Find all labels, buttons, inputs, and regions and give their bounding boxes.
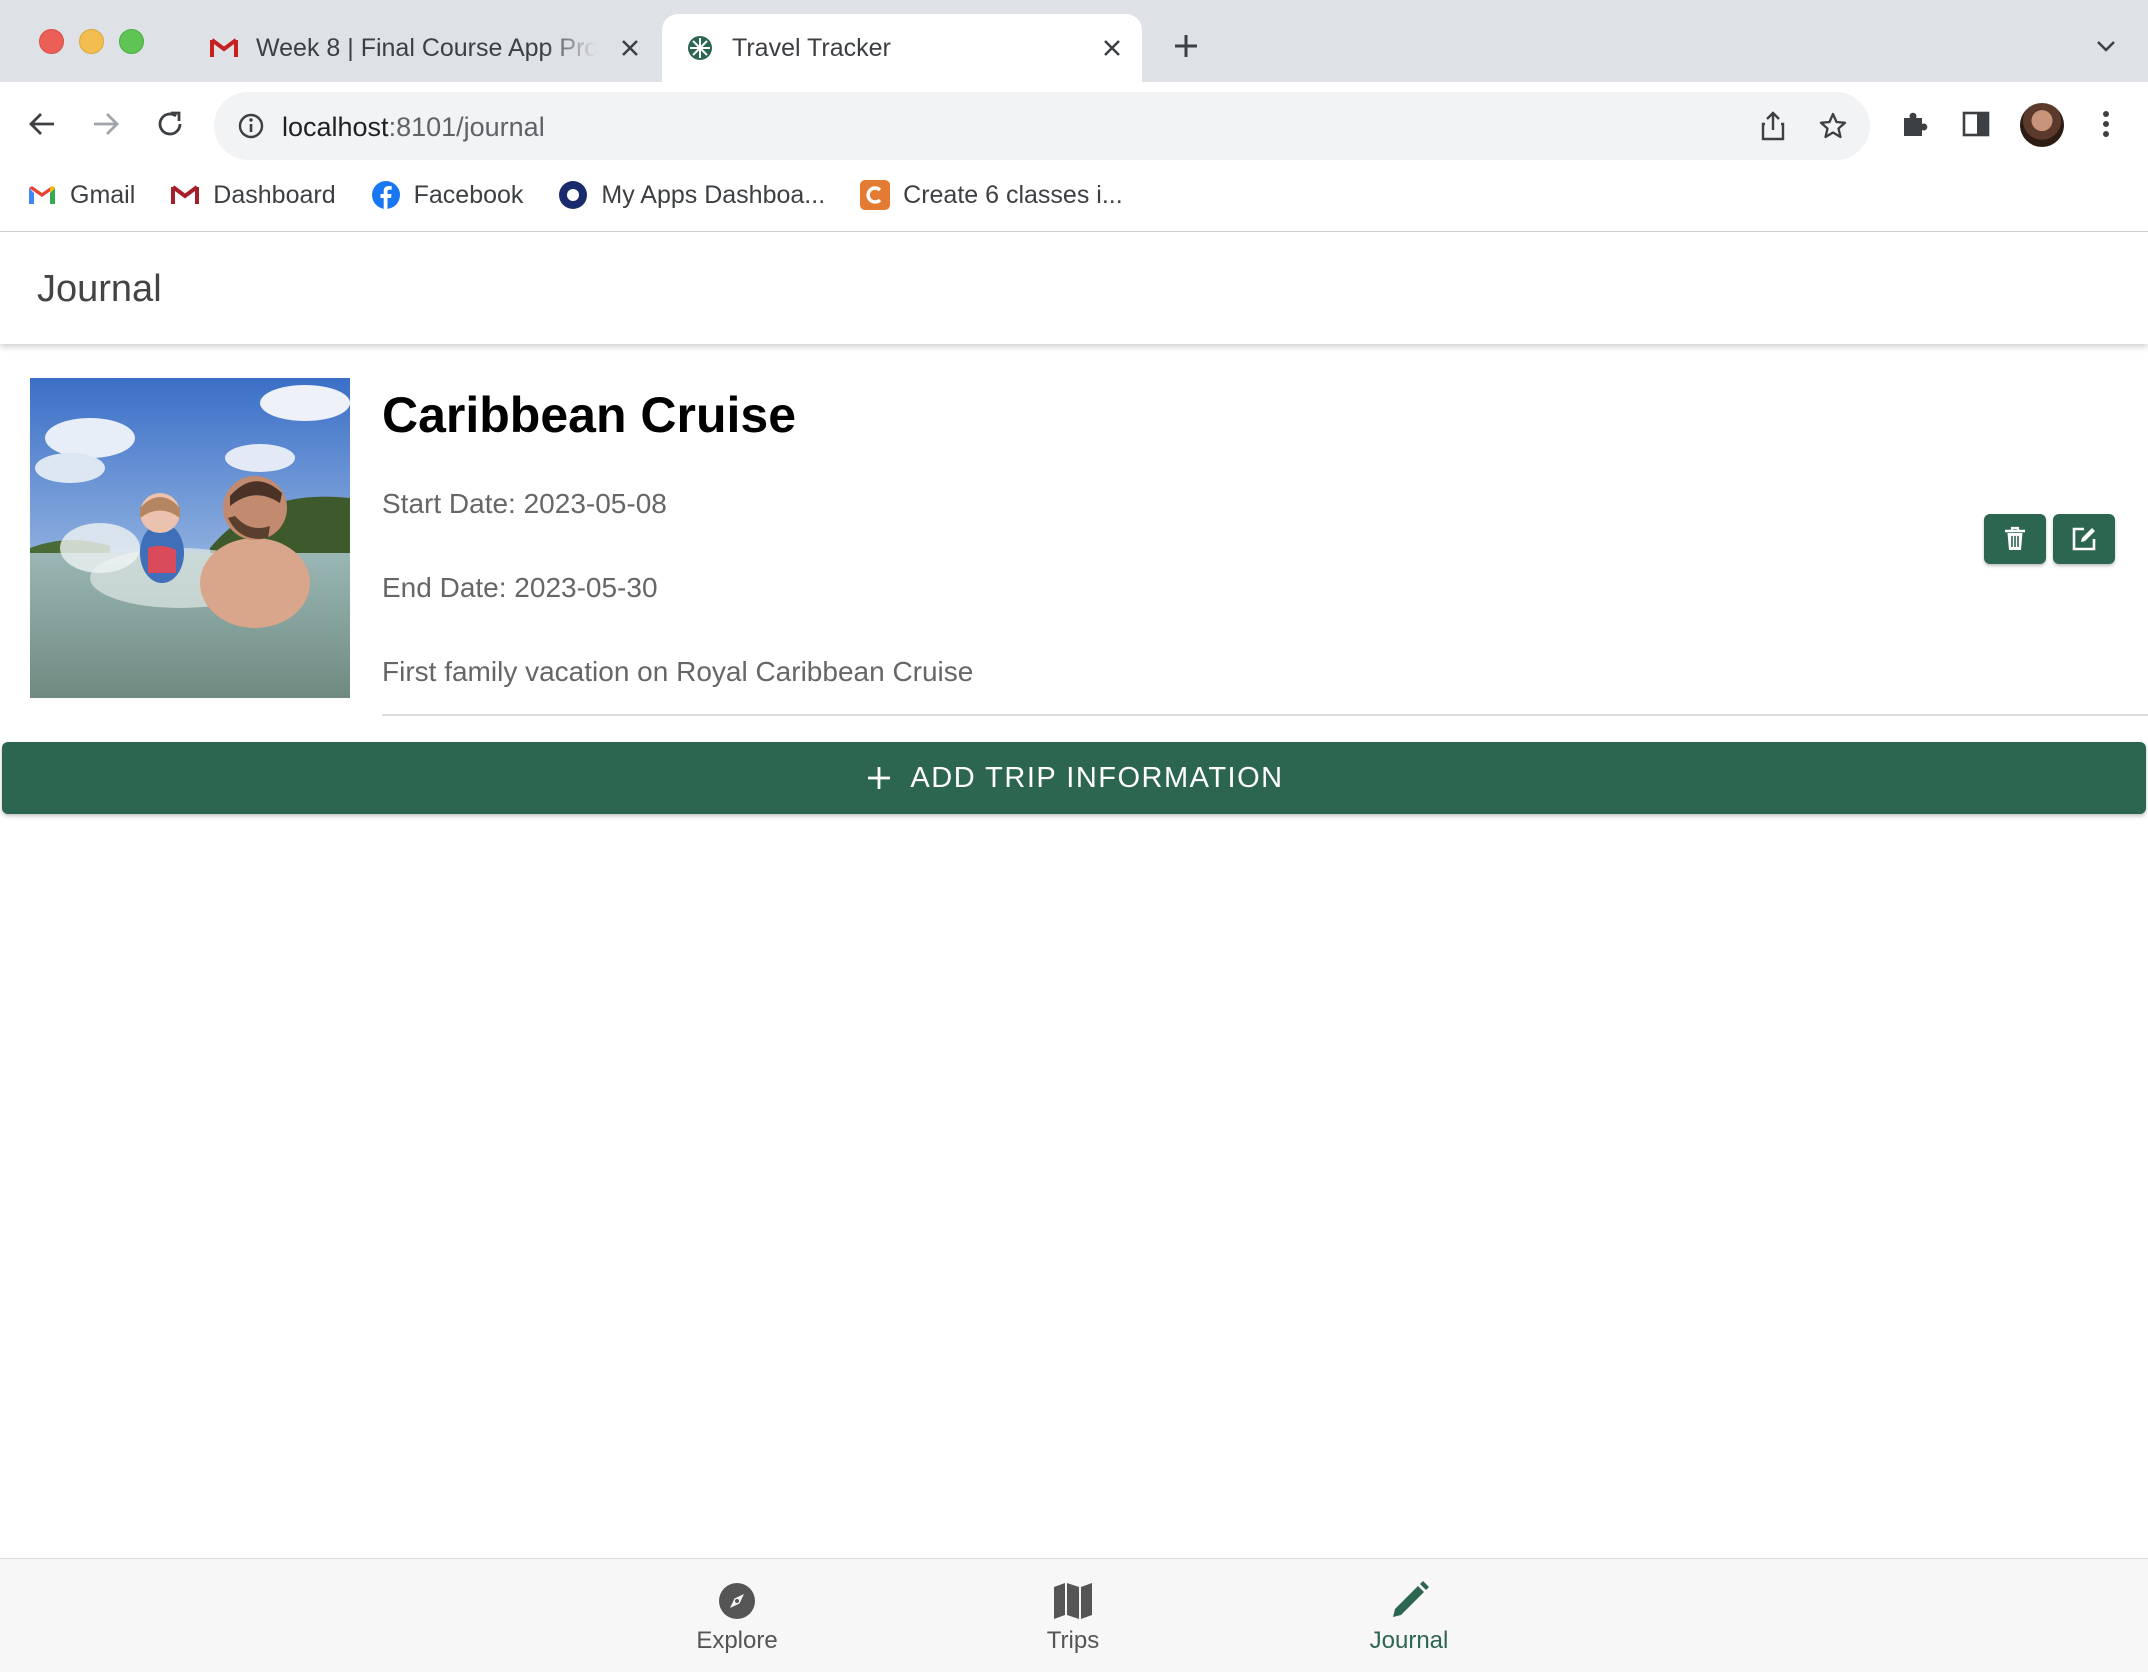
app-header: Journal — [0, 232, 2148, 344]
profile-avatar[interactable] — [2020, 103, 2064, 147]
facebook-icon — [370, 179, 402, 211]
bookmarks-bar: Gmail Dashboard Facebook My Apps Dashboa… — [0, 170, 1131, 220]
new-tab-button[interactable] — [1168, 28, 1204, 64]
chevron-down-icon — [2097, 41, 2115, 52]
gmail-icon — [169, 179, 201, 211]
side-panel-icon — [1962, 111, 1990, 137]
trip-description: First family vacation on Royal Caribbean… — [382, 656, 974, 687]
page-title: Journal — [37, 268, 162, 310]
browser-toolbar: localhost:8101/journal Gmail Dashboard F… — [0, 82, 2148, 232]
arrow-left-icon — [29, 113, 54, 135]
trip-photo — [30, 378, 350, 698]
browser-tab-week8[interactable]: Week 8 | Final Course App Proj — [200, 14, 660, 82]
tab-trips[interactable]: Trips — [973, 1579, 1173, 1659]
okta-icon — [557, 179, 589, 211]
trip-start-date: Start Date: 2023-05-08 — [382, 488, 667, 519]
add-trip-information-button[interactable]: ADD TRIP INFORMATION — [2, 742, 2146, 814]
edit-trip-button[interactable] — [2053, 514, 2115, 564]
reload-button[interactable] — [148, 102, 192, 146]
tab-explore[interactable]: Explore — [637, 1579, 837, 1659]
bookmark-dashboard[interactable]: Dashboard — [169, 179, 336, 211]
gmail-icon — [26, 179, 58, 211]
share-icon[interactable] — [1756, 109, 1790, 143]
tab-journal[interactable]: Journal — [1309, 1579, 1509, 1659]
bookmark-gmail[interactable]: Gmail — [26, 179, 135, 211]
plus-icon — [864, 763, 894, 793]
divider — [382, 714, 2148, 716]
minimize-window-button[interactable] — [79, 29, 104, 54]
add-trip-label: ADD TRIP INFORMATION — [910, 761, 1284, 794]
browser-tab-strip: Week 8 | Final Course App Proj Travel Tr… — [0, 0, 2148, 82]
puzzle-icon — [1904, 112, 1928, 136]
bookmark-create-classes[interactable]: Create 6 classes i... — [859, 179, 1123, 211]
trip-title: Caribbean Cruise — [382, 387, 797, 443]
close-icon[interactable] — [614, 32, 646, 64]
browser-tab-travel-tracker[interactable]: Travel Tracker — [662, 14, 1142, 82]
forward-button[interactable] — [84, 102, 128, 146]
map-icon — [1051, 1579, 1095, 1623]
close-window-button[interactable] — [39, 29, 64, 54]
delete-trip-button[interactable] — [1984, 514, 2046, 564]
address-bar[interactable]: localhost:8101/journal — [214, 92, 1870, 160]
tab-title: Travel Tracker — [732, 33, 891, 62]
pencil-icon — [1387, 1579, 1431, 1623]
travel-tracker-icon — [686, 34, 714, 62]
bookmark-star-icon[interactable] — [1814, 107, 1852, 145]
url-text: localhost:8101/journal — [282, 112, 545, 142]
gmail-icon — [210, 34, 238, 62]
side-panel-button[interactable] — [1954, 102, 1998, 146]
tab-title: Week 8 | Final Course App Proj — [256, 33, 596, 62]
tab-search-button[interactable] — [2090, 30, 2122, 62]
extensions-button[interactable] — [1892, 102, 1936, 146]
c-icon — [859, 179, 891, 211]
compass-icon — [715, 1579, 759, 1623]
reload-icon — [158, 111, 182, 136]
bookmark-my-apps-dashboard[interactable]: My Apps Dashboa... — [557, 179, 825, 211]
trash-icon — [2005, 526, 2025, 550]
plus-icon — [1175, 35, 1197, 57]
back-button[interactable] — [20, 102, 64, 146]
zoom-window-button[interactable] — [119, 29, 144, 54]
edit-icon — [2072, 527, 2096, 551]
more-vertical-icon — [2103, 111, 2109, 137]
bookmark-facebook[interactable]: Facebook — [370, 179, 523, 211]
site-info-icon[interactable] — [234, 109, 268, 143]
arrow-right-icon — [94, 113, 119, 135]
browser-menu-button[interactable] — [2084, 102, 2128, 146]
bottom-tab-bar: Explore Trips Journal — [0, 1558, 2148, 1672]
trip-list-item: Caribbean Cruise Start Date: 2023-05-08 … — [0, 344, 2148, 716]
trip-end-date: End Date: 2023-05-30 — [382, 572, 658, 603]
close-icon[interactable] — [1096, 32, 1128, 64]
